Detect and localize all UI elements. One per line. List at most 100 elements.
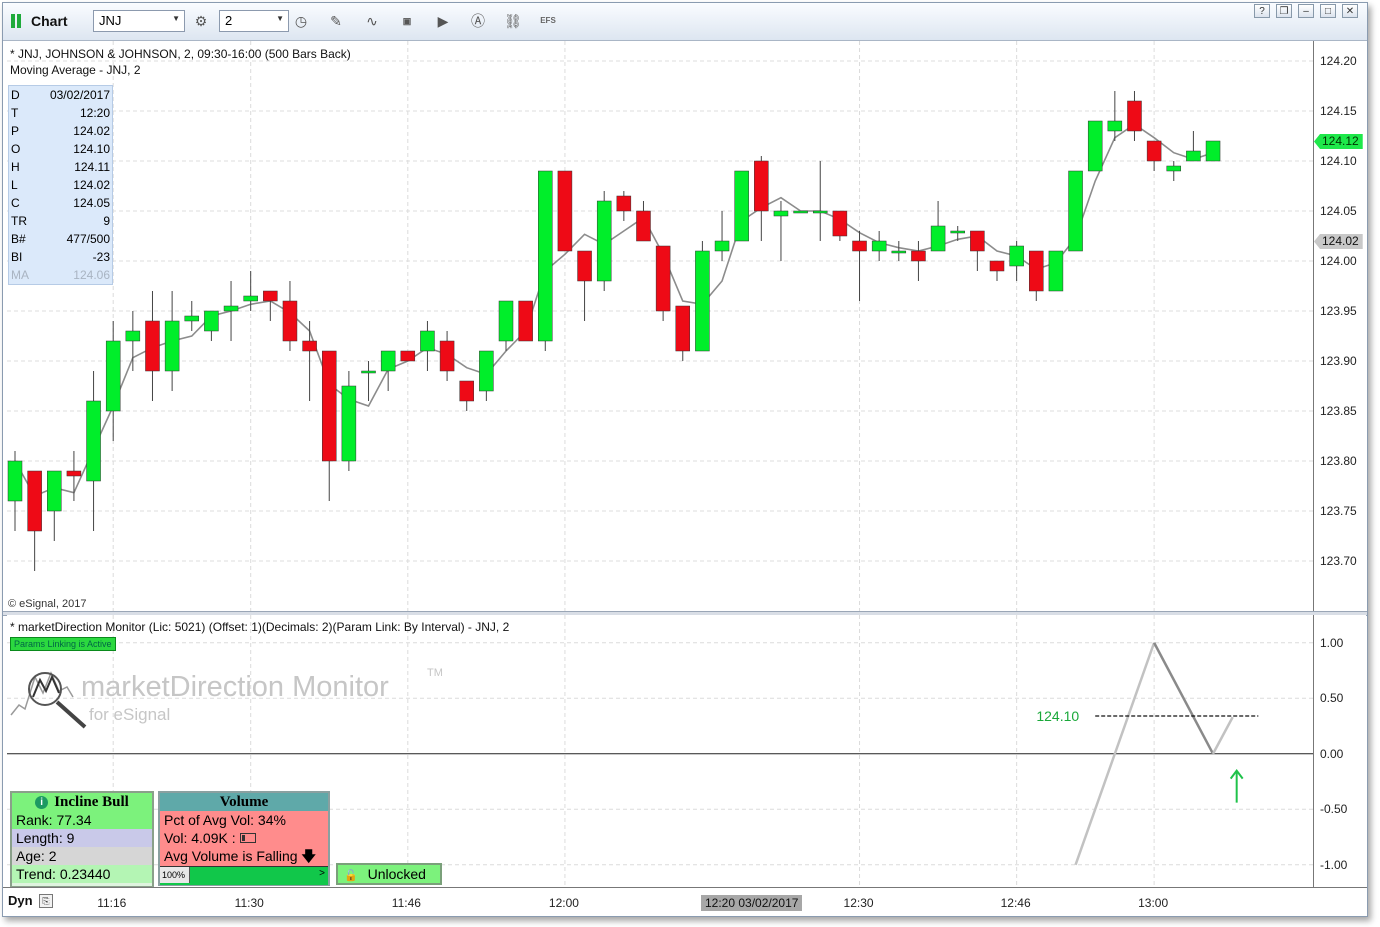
- candle-down: [636, 210, 651, 242]
- candle-up: [47, 470, 62, 512]
- toolbar: Chart JNJ ▼ ⚙ 2 ▼ ◷ ✎ ∿ ▣ ▶ Ⓐ ⛓ EFS ? ❐ …: [3, 3, 1367, 41]
- indicator-tick-label: 0.00: [1320, 746, 1344, 761]
- pencil-icon[interactable]: ✎: [326, 11, 346, 31]
- candle-down: [263, 290, 278, 302]
- candle-down: [66, 470, 82, 477]
- logo-trademark: TM: [427, 667, 443, 679]
- price-axis[interactable]: 124.20 124.15 124.10 124.05 124.00 123.95 123.…: [1313, 41, 1366, 611]
- candle-down: [27, 470, 42, 532]
- candle-down: [616, 195, 632, 212]
- candle-up: [498, 300, 514, 342]
- price-pane-header: * JNJ, JOHNSON & JOHNSON, 2, 09:30-16:00…: [10, 47, 351, 61]
- cursor-row-low: L 124.02: [11, 178, 110, 192]
- efs-button[interactable]: EFS: [538, 11, 558, 31]
- cursor-row-tr: TR 9: [11, 214, 110, 228]
- interval-value: 2: [225, 13, 233, 28]
- candle-up: [1107, 120, 1123, 132]
- close-button[interactable]: ✕: [1342, 4, 1358, 18]
- study-icon[interactable]: ∿: [362, 11, 382, 31]
- price-tick-label: 124.10: [1320, 154, 1357, 168]
- play-icon[interactable]: ▶: [433, 11, 453, 31]
- trend-age: Age: 2: [12, 847, 152, 865]
- candle-up: [243, 295, 258, 302]
- price-tick-label: 123.95: [1320, 304, 1357, 318]
- symbol-combobox[interactable]: JNJ ▼: [93, 10, 185, 32]
- cursor-row-high: H 124.11: [11, 160, 110, 174]
- volume-panel-title: Volume: [160, 793, 328, 811]
- price-chart-canvas[interactable]: [7, 41, 1313, 611]
- arrow-down-icon: 🡇: [301, 848, 316, 864]
- candle-up: [420, 330, 435, 352]
- cursor-window: D 03/02/2017 T 12:20 P 124.02 O 124.10 H 124.…: [8, 85, 113, 285]
- candle-up: [341, 385, 357, 462]
- candle-up: [773, 210, 789, 217]
- candle-up: [1068, 170, 1083, 252]
- candle-up: [1205, 140, 1221, 162]
- price-tick-label: 124.15: [1320, 104, 1357, 118]
- help-button[interactable]: ?: [1254, 4, 1270, 18]
- trend-rank: Rank: 77.34: [12, 811, 152, 829]
- cursor-time-tag: 12:20 03/02/2017: [701, 895, 803, 911]
- candle-down: [1127, 100, 1142, 132]
- time-tick-label: 12:00: [548, 896, 579, 910]
- time-tick-label: 13:00: [1138, 896, 1169, 910]
- copy-icon[interactable]: ⎘: [39, 894, 53, 908]
- get-icon[interactable]: ▣: [397, 11, 417, 31]
- candle-up: [479, 350, 494, 392]
- price-tick-label: 123.90: [1320, 354, 1357, 368]
- candle-up: [1009, 245, 1024, 267]
- trend-length: Length: 9: [12, 829, 152, 847]
- candle-up: [1087, 120, 1103, 172]
- symbol-value: JNJ: [99, 13, 122, 28]
- moving-average-line: [14, 123, 1214, 498]
- price-pane[interactable]: [7, 41, 1313, 611]
- interval-combobox[interactable]: 2 ▼: [219, 10, 289, 32]
- chevron-down-icon[interactable]: ▼: [276, 14, 284, 23]
- candle-up: [950, 230, 965, 234]
- price-tick-label: 123.70: [1320, 554, 1357, 568]
- restore-button[interactable]: ❐: [1276, 4, 1292, 18]
- trend-state-label: Incline Bull: [54, 794, 129, 810]
- params-linking-badge: Params Linking is Active: [10, 637, 116, 651]
- candle-down: [145, 320, 160, 372]
- unlock-button[interactable]: 🔓 Unlocked: [336, 863, 442, 885]
- time-tick-label: 11:16: [97, 896, 127, 910]
- trend-value: Trend: 0.23440: [12, 865, 152, 883]
- minimize-button[interactable]: –: [1298, 4, 1314, 18]
- candle-down: [439, 340, 455, 372]
- candle-down: [989, 260, 1005, 272]
- candle-down: [655, 245, 671, 312]
- study-legend[interactable]: Moving Average - JNJ, 2: [10, 63, 141, 77]
- candle-down: [1029, 250, 1044, 292]
- candle-down: [518, 300, 533, 342]
- link-icon[interactable]: ⛓: [503, 11, 523, 31]
- candle-up: [125, 330, 141, 342]
- chart-window: Chart JNJ ▼ ⚙ 2 ▼ ◷ ✎ ∿ ▣ ▶ Ⓐ ⛓ EFS ? ❐ …: [2, 2, 1368, 917]
- price-tick-label: 123.75: [1320, 504, 1357, 518]
- settings-icon[interactable]: ⚙: [191, 11, 211, 31]
- alert-icon[interactable]: Ⓐ: [468, 11, 488, 31]
- candle-up: [538, 170, 553, 342]
- candle-up: [930, 225, 946, 252]
- candle-up: [1186, 150, 1201, 162]
- candle-up: [164, 320, 180, 372]
- candle-up: [695, 250, 710, 352]
- candle-down: [754, 160, 769, 212]
- indicator-tick-label: 0.50: [1320, 691, 1344, 706]
- candle-down: [557, 170, 573, 252]
- cursor-row-bar-index: BI -23: [11, 250, 110, 264]
- candle-up: [361, 370, 376, 374]
- chevron-down-icon[interactable]: ▼: [172, 14, 180, 23]
- price-tick-label: 123.80: [1320, 454, 1357, 468]
- logo-text: marketDirection Monitor: [81, 671, 389, 703]
- last-price-tag: 124.12: [1314, 134, 1363, 149]
- candle-down: [459, 380, 474, 402]
- price-tick-label: 123.85: [1320, 404, 1357, 418]
- clock-icon[interactable]: ◷: [291, 11, 311, 31]
- battery-icon: [239, 833, 256, 843]
- indicator-axis[interactable]: 1.00 0.50 0.00 -0.50 -1.00: [1313, 615, 1366, 887]
- candle-down: [577, 250, 592, 282]
- dyn-label[interactable]: Dyn: [8, 893, 33, 908]
- maximize-button[interactable]: □: [1320, 4, 1336, 18]
- time-axis[interactable]: Dyn ⎘ 11:16 11:30 11:46 12:00 12:30 12:46 13:0…: [3, 887, 1367, 916]
